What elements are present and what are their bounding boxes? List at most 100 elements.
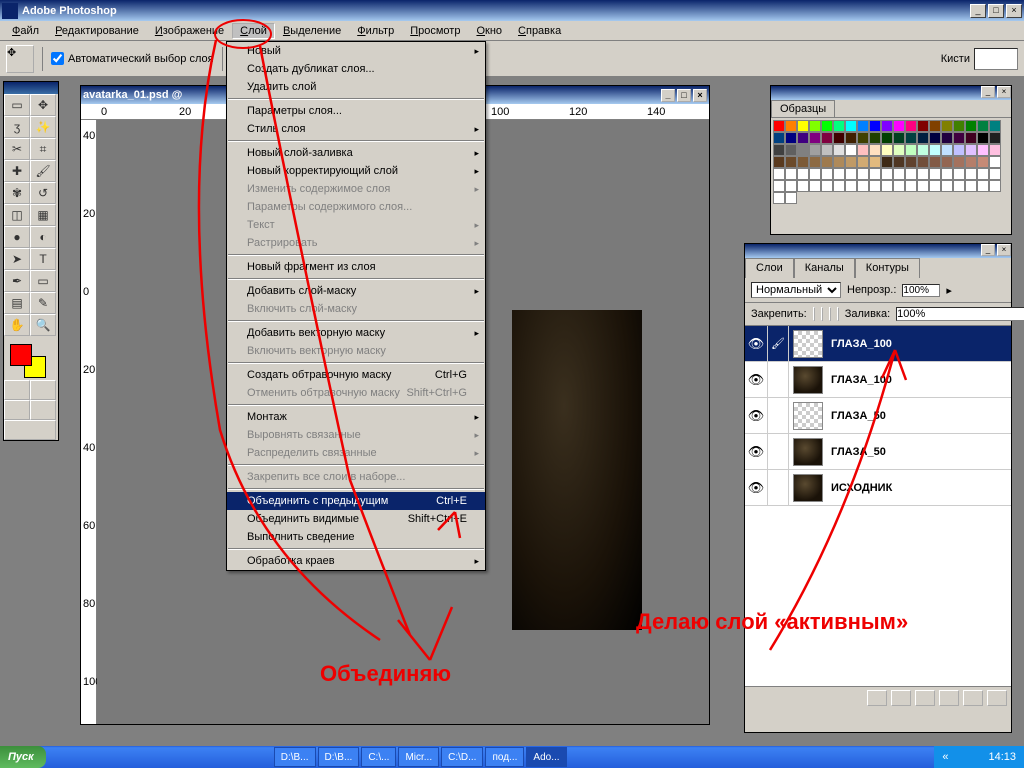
ql-icon[interactable] bbox=[70, 748, 88, 766]
swatch[interactable] bbox=[785, 180, 797, 192]
swatch[interactable] bbox=[857, 120, 869, 132]
swatch[interactable] bbox=[893, 132, 905, 144]
swatch[interactable] bbox=[977, 168, 989, 180]
swatch[interactable] bbox=[881, 156, 893, 168]
menu-item[interactable]: Новый фрагмент из слоя bbox=[227, 258, 485, 276]
swatch[interactable] bbox=[785, 120, 797, 132]
swatch[interactable] bbox=[869, 132, 881, 144]
swatch[interactable] bbox=[833, 132, 845, 144]
swatch[interactable] bbox=[977, 144, 989, 156]
lock-all[interactable] bbox=[837, 307, 839, 321]
menu-item[interactable]: Стиль слоя bbox=[227, 120, 485, 138]
history-brush-tool[interactable]: ↺ bbox=[30, 182, 56, 204]
swatch[interactable] bbox=[869, 156, 881, 168]
swatch[interactable] bbox=[989, 132, 1001, 144]
swatch[interactable] bbox=[977, 180, 989, 192]
swatch[interactable] bbox=[809, 156, 821, 168]
ql-icon[interactable] bbox=[150, 748, 168, 766]
swatch[interactable] bbox=[941, 144, 953, 156]
swatch[interactable] bbox=[797, 132, 809, 144]
visibility-icon[interactable]: 👁 bbox=[745, 408, 767, 424]
jump-imageready[interactable] bbox=[4, 420, 56, 440]
swatch[interactable] bbox=[905, 156, 917, 168]
menu-справка[interactable]: Справка bbox=[510, 23, 569, 39]
swatch[interactable] bbox=[929, 156, 941, 168]
swatch[interactable] bbox=[833, 144, 845, 156]
new-layer-button[interactable] bbox=[963, 690, 983, 706]
tray-icon[interactable] bbox=[952, 750, 966, 764]
pen-tool[interactable]: ✒ bbox=[4, 270, 30, 292]
swatch[interactable] bbox=[797, 120, 809, 132]
panel-titlebar[interactable]: _ × bbox=[745, 244, 1011, 258]
menu-фильтр[interactable]: Фильтр bbox=[349, 23, 402, 39]
panel-close[interactable]: × bbox=[997, 244, 1011, 256]
lasso-tool[interactable]: ʒ bbox=[4, 116, 30, 138]
swatch[interactable] bbox=[929, 168, 941, 180]
link-icon[interactable] bbox=[767, 398, 789, 433]
start-button[interactable]: Пуск bbox=[0, 746, 46, 768]
swatch[interactable] bbox=[773, 192, 785, 204]
swatch[interactable] bbox=[989, 156, 1001, 168]
visibility-icon[interactable]: 👁 bbox=[745, 336, 767, 352]
swatch[interactable] bbox=[929, 180, 941, 192]
menu-item[interactable]: Параметры слоя... bbox=[227, 102, 485, 120]
swatch[interactable] bbox=[893, 120, 905, 132]
swatch[interactable] bbox=[941, 168, 953, 180]
ql-icon[interactable] bbox=[50, 748, 68, 766]
gradient-tool[interactable]: ▦ bbox=[30, 204, 56, 226]
swatch[interactable] bbox=[785, 192, 797, 204]
swatch[interactable] bbox=[881, 132, 893, 144]
swatch[interactable] bbox=[821, 180, 833, 192]
menu-item[interactable]: Новый слой-заливка bbox=[227, 144, 485, 162]
blend-mode-select[interactable]: Нормальный bbox=[751, 282, 841, 298]
swatch[interactable] bbox=[857, 168, 869, 180]
swatch[interactable] bbox=[773, 144, 785, 156]
foreground-color[interactable] bbox=[10, 344, 32, 366]
swatch[interactable] bbox=[893, 156, 905, 168]
menu-item[interactable]: Объединить видимыеShift+Ctrl+E bbox=[227, 510, 485, 528]
swatch[interactable] bbox=[953, 180, 965, 192]
swatch[interactable] bbox=[881, 144, 893, 156]
swatch[interactable] bbox=[905, 180, 917, 192]
brushes-picker[interactable]: Кисти bbox=[941, 48, 1018, 70]
auto-select-checkbox[interactable]: Автоматический выбор слоя bbox=[51, 52, 214, 65]
swatch[interactable] bbox=[965, 180, 977, 192]
swatch[interactable] bbox=[845, 132, 857, 144]
standard-mode[interactable] bbox=[4, 380, 30, 400]
move-tool-icon[interactable]: ✥ bbox=[6, 45, 34, 73]
wand-tool[interactable]: ✨ bbox=[30, 116, 56, 138]
type-tool[interactable]: T bbox=[30, 248, 56, 270]
marquee-tool[interactable]: ▭ bbox=[4, 94, 30, 116]
swatch[interactable] bbox=[917, 180, 929, 192]
swatch[interactable] bbox=[917, 120, 929, 132]
link-icon[interactable] bbox=[767, 470, 789, 505]
opacity-input[interactable] bbox=[902, 284, 940, 297]
menu-item[interactable]: Новый корректирующий слой bbox=[227, 162, 485, 180]
lock-transparency[interactable] bbox=[813, 307, 815, 321]
swatch[interactable] bbox=[989, 168, 1001, 180]
ql-icon[interactable] bbox=[170, 748, 188, 766]
swatch[interactable] bbox=[809, 120, 821, 132]
link-icon[interactable] bbox=[767, 362, 789, 397]
swatch[interactable] bbox=[785, 168, 797, 180]
swatch[interactable] bbox=[881, 120, 893, 132]
crop-tool[interactable]: ✂ bbox=[4, 138, 30, 160]
panel-minimize[interactable]: _ bbox=[981, 86, 995, 98]
layer-thumbnail[interactable] bbox=[793, 438, 823, 466]
move-tool[interactable]: ✥ bbox=[30, 94, 56, 116]
panel-minimize[interactable]: _ bbox=[981, 244, 995, 256]
swatch[interactable] bbox=[785, 156, 797, 168]
swatch[interactable] bbox=[941, 156, 953, 168]
swatch[interactable] bbox=[821, 144, 833, 156]
swatch[interactable] bbox=[893, 168, 905, 180]
swatch[interactable] bbox=[809, 180, 821, 192]
swatch[interactable] bbox=[797, 156, 809, 168]
menu-item[interactable]: Монтаж bbox=[227, 408, 485, 426]
swatch[interactable] bbox=[941, 120, 953, 132]
swatch[interactable] bbox=[953, 144, 965, 156]
swatch[interactable] bbox=[797, 168, 809, 180]
slice-tool[interactable]: ⌗ bbox=[30, 138, 56, 160]
menu-редактирование[interactable]: Редактирование bbox=[47, 23, 147, 39]
ql-icon[interactable] bbox=[110, 748, 128, 766]
swatch[interactable] bbox=[857, 132, 869, 144]
